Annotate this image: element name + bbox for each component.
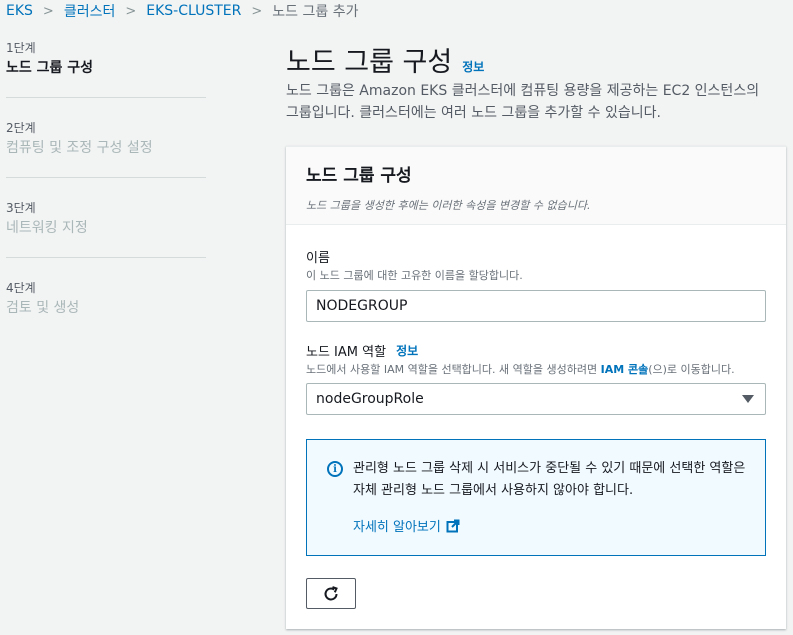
chevron-right-icon: > bbox=[125, 3, 137, 19]
learn-more-link[interactable]: 자세히 알아보기 bbox=[353, 516, 749, 535]
step-number: 4단계 bbox=[6, 281, 36, 295]
step-number: 2단계 bbox=[6, 121, 36, 135]
step-3: 3단계 네트워킹 지정 bbox=[6, 200, 206, 258]
iam-role-desc-text: 노드에서 사용할 IAM 역할을 선택합니다. 새 역할을 생성하려면 bbox=[306, 363, 601, 376]
name-description: 이 노드 그룹에 대한 고유한 이름을 할당합니다. bbox=[306, 269, 523, 282]
step-label: 컴퓨팅 및 조정 구성 설정 bbox=[6, 140, 153, 156]
iam-role-desc-suffix: (으)로 이동합니다. bbox=[648, 363, 735, 376]
panel-header: 노드 그룹 구성 노드 그룹을 생성한 후에는 이러한 속성을 변경할 수 없습… bbox=[286, 147, 786, 225]
refresh-button[interactable] bbox=[306, 578, 356, 609]
chevron-right-icon: > bbox=[251, 3, 263, 19]
iam-console-link[interactable]: IAM 콘솔 bbox=[601, 363, 649, 376]
step-label: 노드 그룹 구성 bbox=[6, 60, 94, 76]
learn-more-label: 자세히 알아보기 bbox=[353, 520, 441, 535]
page-info-link[interactable]: 정보 bbox=[462, 58, 484, 75]
step-label: 검토 및 생성 bbox=[6, 300, 80, 316]
iam-role-field: 노드 IAM 역할 정보 노드에서 사용할 IAM 역할을 선택합니다. 새 역… bbox=[306, 341, 766, 415]
step-2: 2단계 컴퓨팅 및 조정 구성 설정 bbox=[6, 120, 206, 178]
iam-role-select[interactable]: nodeGroupRole bbox=[306, 383, 766, 415]
breadcrumb: EKS > 클러스터 > EKS-CLUSTER > 노드 그룹 추가 bbox=[6, 0, 358, 22]
iam-role-label-row: 노드 IAM 역할 정보 bbox=[306, 341, 766, 360]
iam-role-label: 노드 IAM 역할 bbox=[306, 345, 387, 360]
panel-title: 노드 그룹 구성 bbox=[306, 166, 412, 186]
caret-down-icon bbox=[742, 395, 754, 403]
info-alert: i 관리형 노드 그룹 삭제 시 서비스가 중단될 수 있기 때문에 선택한 역… bbox=[306, 439, 766, 556]
panel-subtitle: 노드 그룹을 생성한 후에는 이러한 속성을 변경할 수 없습니다. bbox=[306, 199, 591, 212]
wizard-steps: 1단계 노드 그룹 구성 2단계 컴퓨팅 및 조정 구성 설정 3단계 네트워킹… bbox=[6, 40, 206, 359]
step-number: 3단계 bbox=[6, 201, 36, 215]
page-description: 노드 그룹은 Amazon EKS 클러스터에 컴퓨팅 용량을 제공하는 EC2… bbox=[286, 80, 786, 124]
alert-content: i 관리형 노드 그룹 삭제 시 서비스가 중단될 수 있기 때문에 선택한 역… bbox=[327, 458, 749, 502]
breadcrumb-current: 노드 그룹 추가 bbox=[272, 4, 359, 20]
external-link-icon bbox=[446, 519, 460, 532]
step-label: 네트워킹 지정 bbox=[6, 220, 88, 236]
breadcrumb-eks[interactable]: EKS bbox=[6, 3, 33, 19]
name-field: 이름 이 노드 그룹에 대한 고유한 이름을 할당합니다. NODEGROUP bbox=[306, 247, 766, 322]
iam-role-description: 노드에서 사용할 IAM 역할을 선택합니다. 새 역할을 생성하려면 IAM … bbox=[306, 362, 766, 378]
page-description-line-2: 그룹입니다. 클러스터에는 여러 노드 그룹을 추가할 수 있습니다. bbox=[286, 105, 661, 121]
breadcrumb-cluster-name[interactable]: EKS-CLUSTER bbox=[146, 3, 241, 19]
node-group-config-panel: 노드 그룹 구성 노드 그룹을 생성한 후에는 이러한 속성을 변경할 수 없습… bbox=[286, 146, 786, 629]
page-header: 노드 그룹 구성 정보 bbox=[286, 40, 484, 79]
name-label: 이름 bbox=[306, 251, 330, 266]
iam-role-info-link[interactable]: 정보 bbox=[396, 342, 418, 359]
breadcrumb-clusters[interactable]: 클러스터 bbox=[64, 1, 116, 21]
refresh-icon bbox=[324, 585, 338, 600]
iam-role-selected-value: nodeGroupRole bbox=[316, 391, 424, 407]
step-4: 4단계 검토 및 생성 bbox=[6, 280, 206, 337]
info-icon: i bbox=[327, 461, 343, 477]
page-title: 노드 그룹 구성 bbox=[286, 47, 453, 78]
step-1[interactable]: 1단계 노드 그룹 구성 bbox=[6, 40, 206, 98]
page-description-line-1: 노드 그룹은 Amazon EKS 클러스터에 컴퓨팅 용량을 제공하는 EC2… bbox=[286, 83, 760, 99]
chevron-right-icon: > bbox=[42, 3, 54, 19]
name-input[interactable]: NODEGROUP bbox=[306, 290, 766, 322]
alert-text: 관리형 노드 그룹 삭제 시 서비스가 중단될 수 있기 때문에 선택한 역할은… bbox=[353, 461, 746, 498]
step-number: 1단계 bbox=[6, 41, 36, 55]
